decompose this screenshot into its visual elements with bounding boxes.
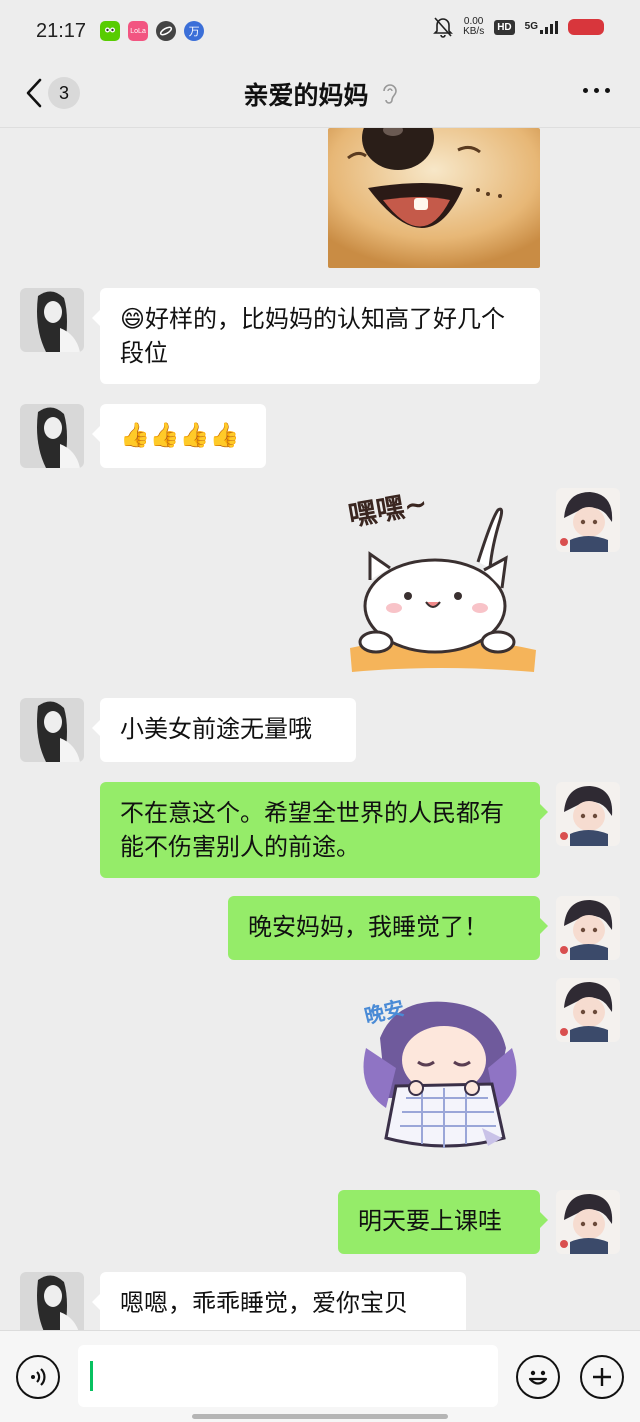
title-container: 亲爱的妈妈 bbox=[0, 76, 640, 112]
network-type: 5G bbox=[524, 20, 538, 32]
input-bar bbox=[0, 1330, 640, 1422]
net-speed-unit: KB/s bbox=[463, 26, 485, 37]
ear-icon bbox=[382, 84, 397, 104]
wanfang-app-icon: 万 bbox=[184, 21, 205, 41]
text-cursor bbox=[90, 1361, 93, 1391]
battery-icon bbox=[568, 19, 604, 35]
my-avatar[interactable] bbox=[556, 896, 620, 960]
my-avatar[interactable] bbox=[556, 782, 620, 846]
contact-avatar-image bbox=[20, 288, 84, 352]
contact-avatar-image bbox=[20, 1272, 84, 1330]
my-avatar[interactable] bbox=[556, 488, 620, 552]
my-avatar[interactable] bbox=[556, 1190, 620, 1254]
sticker-cat[interactable]: 嘿嘿~ bbox=[340, 486, 540, 678]
status-indicators: 0.00 KB/s HD 5G bbox=[433, 16, 604, 38]
my-avatar-image bbox=[556, 1190, 620, 1254]
contact-avatar[interactable] bbox=[20, 404, 84, 468]
message-bubble-incoming[interactable]: 小美女前途无量哦 bbox=[92, 698, 356, 762]
voice-icon bbox=[31, 1368, 46, 1386]
message-list[interactable]: 😄好样的，比妈妈的认知高了好几个段位 👍👍👍👍 嘿嘿~ 小美女前途无量哦 不在意… bbox=[0, 128, 640, 1330]
voice-button[interactable] bbox=[16, 1355, 60, 1399]
signal-icon: 5G bbox=[524, 20, 558, 34]
message-bubble-outgoing[interactable]: 明天要上课哇 bbox=[338, 1190, 548, 1254]
more-dot-icon bbox=[594, 88, 599, 93]
plus-icon bbox=[593, 1368, 611, 1386]
contact-avatar[interactable] bbox=[20, 698, 84, 762]
message-bubble-incoming[interactable]: 👍👍👍👍 bbox=[92, 404, 266, 468]
more-dot-icon bbox=[583, 88, 588, 93]
contact-avatar[interactable] bbox=[20, 1272, 84, 1330]
net-speed: 0.00 KB/s bbox=[463, 17, 484, 37]
message-bubble-incoming[interactable]: 😄好样的，比妈妈的认知高了好几个段位 bbox=[92, 288, 540, 384]
emoji-button[interactable] bbox=[516, 1355, 560, 1399]
emoji-icon bbox=[528, 1370, 548, 1385]
my-avatar-image bbox=[556, 782, 620, 846]
message-bubble-outgoing[interactable]: 不在意这个。希望全世界的人民都有能不伤害别人的前途。 bbox=[100, 782, 548, 878]
home-indicator[interactable] bbox=[192, 1414, 448, 1419]
message-bubble-outgoing[interactable]: 晚安妈妈，我睡觉了！ bbox=[228, 896, 548, 960]
my-avatar-image bbox=[556, 978, 620, 1042]
my-avatar[interactable] bbox=[556, 978, 620, 1042]
lola-app-icon: LoLa bbox=[128, 21, 149, 41]
status-bar: 21:17 LoLa 万 0.00 KB/s HD 5G bbox=[0, 0, 640, 62]
message-input[interactable] bbox=[78, 1345, 498, 1407]
sticker-shiba[interactable] bbox=[328, 128, 540, 268]
duolingo-icon bbox=[100, 21, 121, 41]
plus-button[interactable] bbox=[580, 1355, 624, 1399]
contact-avatar-image bbox=[20, 698, 84, 762]
planet-app-icon bbox=[156, 21, 177, 41]
more-dot-icon bbox=[605, 88, 610, 93]
my-avatar-image bbox=[556, 896, 620, 960]
message-bubble-incoming[interactable]: 嗯嗯，乖乖睡觉，爱你宝贝 bbox=[92, 1272, 466, 1330]
contact-avatar[interactable] bbox=[20, 288, 84, 352]
status-time: 21:17 bbox=[36, 19, 87, 42]
sticker-sleeping-girl[interactable]: 晚安 bbox=[356, 988, 526, 1158]
hd-badge: HD bbox=[494, 19, 515, 35]
contact-avatar-image bbox=[20, 404, 84, 468]
mute-bell-icon bbox=[433, 17, 454, 38]
my-avatar-image bbox=[556, 488, 620, 552]
chat-header: 3 亲爱的妈妈 bbox=[0, 62, 640, 128]
more-options-button[interactable] bbox=[583, 88, 610, 93]
chat-title: 亲爱的妈妈 bbox=[243, 81, 369, 110]
shiba-dog-sticker-image bbox=[328, 128, 540, 268]
